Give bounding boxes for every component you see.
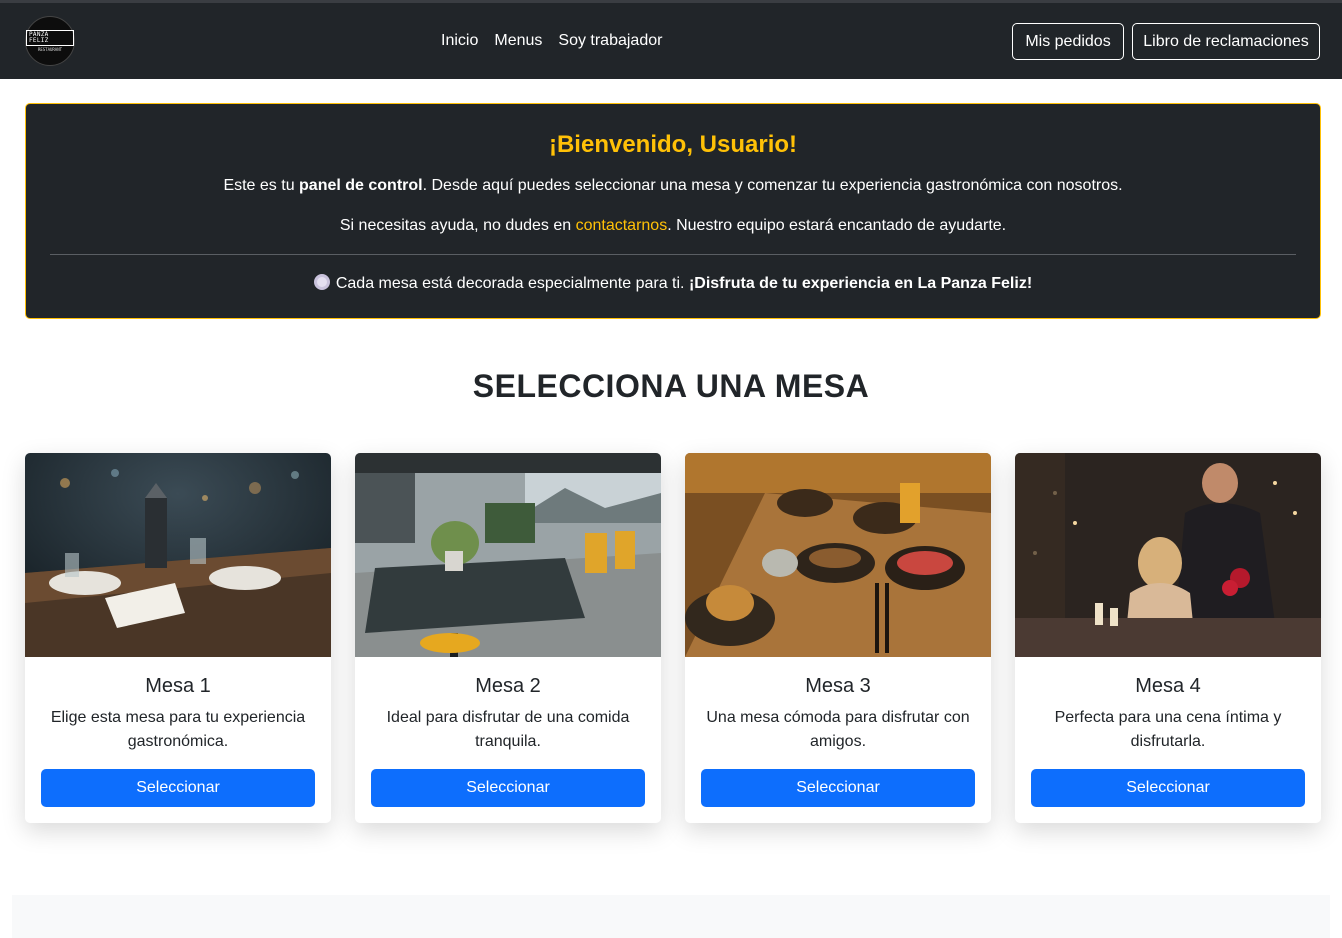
select-table-4-button[interactable]: Seleccionar — [1031, 769, 1305, 807]
logo[interactable]: PANZA FELIZ RESTAURANT — [25, 16, 75, 66]
table-card-4: Mesa 4 Perfecta para una cena íntima y d… — [1015, 453, 1321, 823]
welcome-note: Cada mesa está decorada especialmente pa… — [26, 274, 1320, 293]
divider — [50, 254, 1296, 255]
select-table-3-button[interactable]: Seleccionar — [701, 769, 975, 807]
logo-subtext: RESTAURANT — [37, 47, 63, 52]
welcome-intro-pre: Este es tu — [223, 177, 300, 194]
welcome-intro: Este es tu panel de control. Desde aquí … — [26, 177, 1320, 195]
section-title: SELECCIONA UNA MESA — [472, 368, 870, 404]
welcome-panel: ¡Bienvenido, Usuario! Este es tu panel d… — [25, 103, 1321, 319]
libro-reclamaciones-button[interactable]: Libro de reclamaciones — [1132, 23, 1320, 60]
table-image-4 — [1015, 453, 1321, 657]
logo-text: PANZA FELIZ — [26, 30, 74, 46]
card-title: Mesa 2 — [475, 675, 541, 697]
nav-link-inicio[interactable]: Inicio — [441, 32, 478, 50]
table-card-1: Mesa 1 Elige esta mesa para tu experienc… — [25, 453, 331, 823]
table-image-2 — [355, 453, 661, 657]
welcome-help-post: . Nuestro equipo estará encantado de ayu… — [667, 217, 1007, 234]
card-text: Una mesa cómoda para disfrutar con amigo… — [706, 709, 970, 750]
card-text: Perfecta para una cena íntima y disfruta… — [1054, 709, 1282, 750]
welcome-intro-bold: panel de control — [299, 177, 423, 194]
card-text: Ideal para disfrutar de una comida tranq… — [386, 709, 630, 750]
welcome-help-pre: Si necesitas ayuda, no dudes en — [339, 217, 576, 234]
table-card-3: Mesa 3 Una mesa cómoda para disfrutar co… — [685, 453, 991, 823]
table-image-3 — [685, 453, 991, 657]
table-image-1 — [25, 453, 331, 657]
card-title: Mesa 1 — [145, 675, 211, 697]
welcome-title: ¡Bienvenido, Usuario! — [548, 131, 798, 158]
welcome-note-pre: Cada mesa está decorada especialmente pa… — [335, 275, 689, 292]
welcome-intro-post: . Desde aquí puedes seleccionar una mesa… — [422, 177, 1123, 194]
contactarnos-link[interactable]: contactarnos — [576, 217, 668, 234]
welcome-note-bold: ¡Disfruta de tu experiencia en La Panza … — [688, 275, 1033, 292]
select-table-1-button[interactable]: Seleccionar — [41, 769, 315, 807]
nav-link-menus[interactable]: Menus — [494, 32, 542, 50]
card-text: Elige esta mesa para tu experiencia gast… — [50, 709, 306, 750]
welcome-help: Si necesitas ayuda, no dudes en contacta… — [26, 217, 1320, 235]
footer — [12, 895, 1330, 938]
navbar: PANZA FELIZ RESTAURANT Inicio Menus Soy … — [0, 3, 1342, 79]
card-title: Mesa 3 — [805, 675, 871, 697]
card-title: Mesa 4 — [1135, 675, 1201, 697]
nav-links: Inicio Menus Soy trabajador — [441, 3, 678, 79]
nav-link-soy-trabajador[interactable]: Soy trabajador — [558, 32, 662, 50]
select-table-2-button[interactable]: Seleccionar — [371, 769, 645, 807]
plate-icon — [313, 274, 330, 290]
table-card-2: Mesa 2 Ideal para disfrutar de una comid… — [355, 453, 661, 823]
mis-pedidos-button[interactable]: Mis pedidos — [1012, 23, 1124, 60]
